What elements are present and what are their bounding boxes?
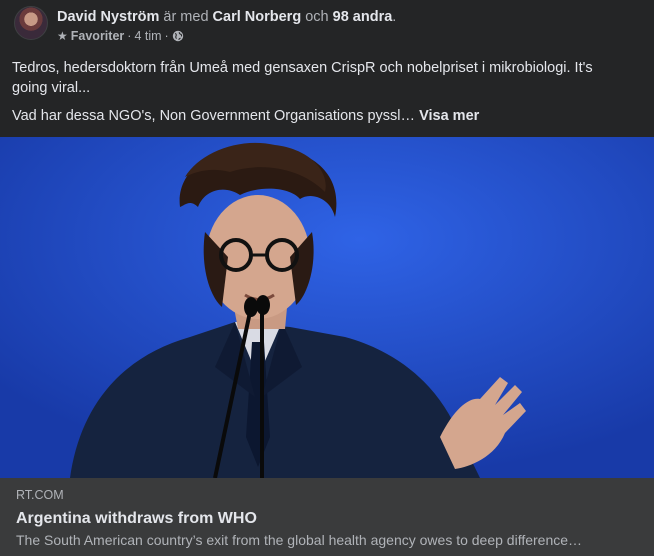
separator: ·	[164, 29, 169, 43]
post-text-truncated: Vad har dessa NGO's, Non Government Orga…	[12, 108, 416, 124]
link-description: The South American country’s exit from t…	[16, 532, 583, 548]
separator: ·	[127, 29, 132, 43]
post-meta: ★ Favoriter · 4 tim ·	[57, 29, 184, 43]
post-text-paragraph-2: Vad har dessa NGO's, Non Government Orga…	[12, 106, 642, 126]
link-preview-card[interactable]: RT.COM Argentina withdraws from WHO The …	[0, 478, 654, 556]
see-more-link[interactable]: Visa mer	[419, 108, 479, 124]
globe-icon[interactable]	[172, 30, 184, 42]
speaker-photo	[0, 137, 654, 478]
author-name-link[interactable]: David Nyström	[57, 9, 159, 25]
tagged-person-link[interactable]: Carl Norberg	[213, 9, 302, 25]
period-text: .	[392, 9, 397, 25]
post-author-line: David Nyström är med Carl Norberg och 98…	[57, 9, 396, 25]
link-preview-image[interactable]	[0, 137, 654, 478]
others-link[interactable]: 98 andra	[333, 9, 393, 25]
facebook-post: David Nyström är med Carl Norberg och 98…	[0, 0, 654, 556]
link-domain: RT.COM	[16, 488, 64, 502]
link-title[interactable]: Argentina withdraws from WHO	[16, 510, 257, 528]
post-header: David Nyström är med Carl Norberg och 98…	[0, 0, 654, 52]
author-avatar[interactable]	[14, 6, 48, 40]
star-icon: ★	[57, 29, 68, 43]
timestamp-link[interactable]: 4 tim	[134, 29, 161, 43]
post-text-paragraph-1: Tedros, hedersdoktorn från Umeå med gens…	[12, 60, 593, 96]
audience-label[interactable]: Favoriter	[71, 29, 125, 43]
with-text: är med	[163, 9, 209, 25]
and-text: och	[305, 9, 329, 25]
